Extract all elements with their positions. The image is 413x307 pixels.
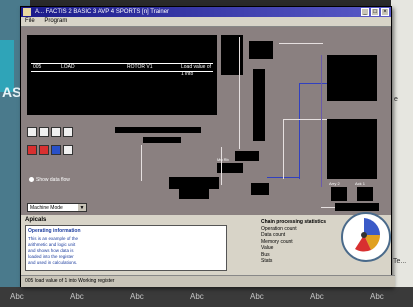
operating-info-title: Operating information	[28, 228, 81, 234]
simulation-canvas: 005 LOAD ROTOR V1 Load value of 1 into M…	[21, 27, 391, 215]
wire	[283, 119, 284, 179]
bottom-strip-text: Abc	[370, 292, 384, 301]
background-right: e Te...	[391, 0, 413, 307]
diagram-label: Ack 1	[355, 181, 366, 186]
wire-accent	[299, 83, 327, 84]
control-toolbar	[27, 127, 75, 171]
bus-bar	[115, 127, 201, 133]
print-icon[interactable]	[51, 127, 61, 137]
port-b	[357, 187, 373, 201]
memory-column	[253, 69, 265, 141]
bottom-strip-text: Abc	[10, 292, 24, 301]
menu-program[interactable]: Program	[44, 18, 67, 24]
output-register	[251, 183, 269, 195]
machine-mode-value: Machine Mode	[30, 205, 63, 211]
processing-stats: Chain processing statistics Operation co…	[261, 219, 326, 265]
instruction-comment: Load value of 1 into	[181, 64, 212, 77]
instruction-opcode: LOAD	[61, 64, 75, 70]
bottom-strip-text: Abc	[130, 292, 144, 301]
diagram-label: Arry 2	[329, 181, 340, 186]
gauge-dial-icon	[355, 218, 381, 252]
instruction-operand: ROTOR V1	[127, 64, 153, 70]
save-icon[interactable]	[39, 127, 49, 137]
adder-block	[235, 151, 259, 161]
radio-icon[interactable]	[29, 177, 34, 183]
current-instruction-row[interactable]: 005 LOAD ROTOR V1 Load value of 1 into	[31, 63, 213, 77]
wire	[321, 207, 335, 208]
run-icon[interactable]	[63, 145, 73, 155]
speed-gauge[interactable]	[341, 212, 391, 262]
operating-info-box: Operating information This is an example…	[25, 225, 227, 271]
app-icon	[23, 8, 31, 16]
background-teal-block: AS	[0, 40, 21, 100]
alu-top	[169, 177, 219, 189]
simulator-window: A... FACTIS 2 BASIC 3 AVP 4 SPORTS [n] T…	[20, 6, 395, 287]
ram-block-bottom	[327, 119, 377, 179]
show-data-flow-option[interactable]: Show data flow	[29, 177, 70, 183]
show-data-flow-label: Show data flow	[36, 177, 70, 183]
maximize-button[interactable]: □	[371, 8, 379, 16]
decoder-block	[249, 41, 273, 59]
port-a	[331, 187, 347, 201]
settings-icon[interactable]	[63, 127, 73, 137]
minimize-button[interactable]: _	[361, 8, 369, 16]
bottom-strip-text: Abc	[250, 292, 264, 301]
port-strip	[335, 203, 379, 211]
wire	[239, 37, 240, 149]
wire-accent	[299, 83, 300, 179]
reset-icon[interactable]	[39, 145, 49, 155]
bottom-strip-text: Abc	[70, 292, 84, 301]
stats-item: Stats	[261, 258, 273, 264]
background-right-label: Te...	[393, 258, 407, 265]
bottom-strip-text: Abc	[190, 292, 204, 301]
background-left-text: AS	[2, 84, 22, 100]
signal-bar	[143, 137, 181, 143]
chevron-down-icon[interactable]: ▼	[78, 204, 86, 211]
wire	[321, 55, 322, 187]
wire	[141, 145, 142, 181]
close-button[interactable]: ×	[381, 8, 389, 16]
panel-title: Apicals	[25, 217, 47, 223]
machine-mode-select[interactable]: Machine Mode ▼	[27, 203, 87, 212]
background-right-fragment: e	[394, 96, 398, 103]
diagram-label: Mu Rb	[217, 157, 229, 162]
wire	[221, 147, 222, 185]
instruction-address: 005	[33, 64, 42, 70]
stats-title: Chain processing statistics	[261, 219, 327, 225]
ram-block-top	[327, 55, 377, 101]
step-icon[interactable]	[51, 145, 61, 155]
background-bottom-strip: Abc Abc Abc Abc Abc Abc Abc	[0, 287, 413, 307]
alu-bottom	[179, 189, 209, 199]
program-console[interactable]: 005 LOAD ROTOR V1 Load value of 1 into	[27, 35, 217, 115]
bottom-strip-text: Abc	[310, 292, 324, 301]
menubar: File Program	[21, 17, 391, 27]
operating-info-line: and used in calculations.	[28, 260, 78, 265]
open-icon[interactable]	[27, 127, 37, 137]
window-titlebar[interactable]: A... FACTIS 2 BASIC 3 AVP 4 SPORTS [n] T…	[21, 7, 391, 17]
wire	[279, 43, 323, 44]
status-bar: 005 load value of 1 into Working registe…	[21, 275, 395, 287]
menu-file[interactable]: File	[25, 18, 35, 24]
stop-icon[interactable]	[27, 145, 37, 155]
window-title: A... FACTIS 2 BASIC 3 AVP 4 SPORTS [n] T…	[35, 9, 170, 15]
